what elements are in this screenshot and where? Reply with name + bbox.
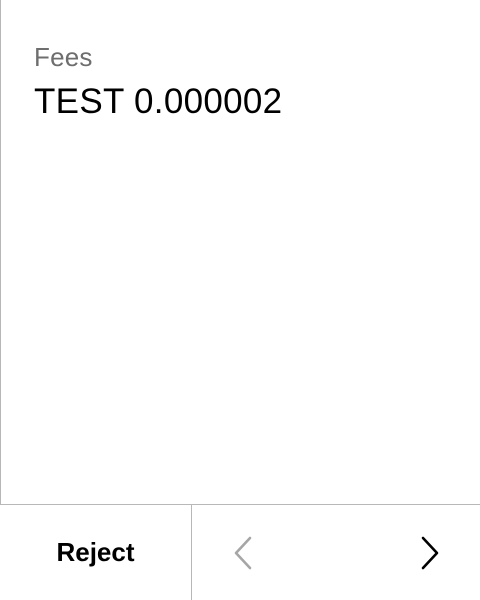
fees-panel: Fees TEST 0.000002 bbox=[0, 0, 480, 505]
reject-button[interactable]: Reject bbox=[0, 505, 192, 600]
next-page-button[interactable] bbox=[390, 505, 470, 600]
chevron-left-icon bbox=[234, 536, 252, 569]
chevron-right-icon bbox=[421, 536, 439, 569]
fees-label: Fees bbox=[34, 42, 93, 72]
previous-page-button[interactable] bbox=[203, 505, 283, 600]
transaction-review-screen: Fees TEST 0.000002 Reject bbox=[0, 0, 480, 600]
fees-value: TEST 0.000002 bbox=[34, 82, 283, 121]
action-bar: Reject bbox=[0, 505, 480, 600]
